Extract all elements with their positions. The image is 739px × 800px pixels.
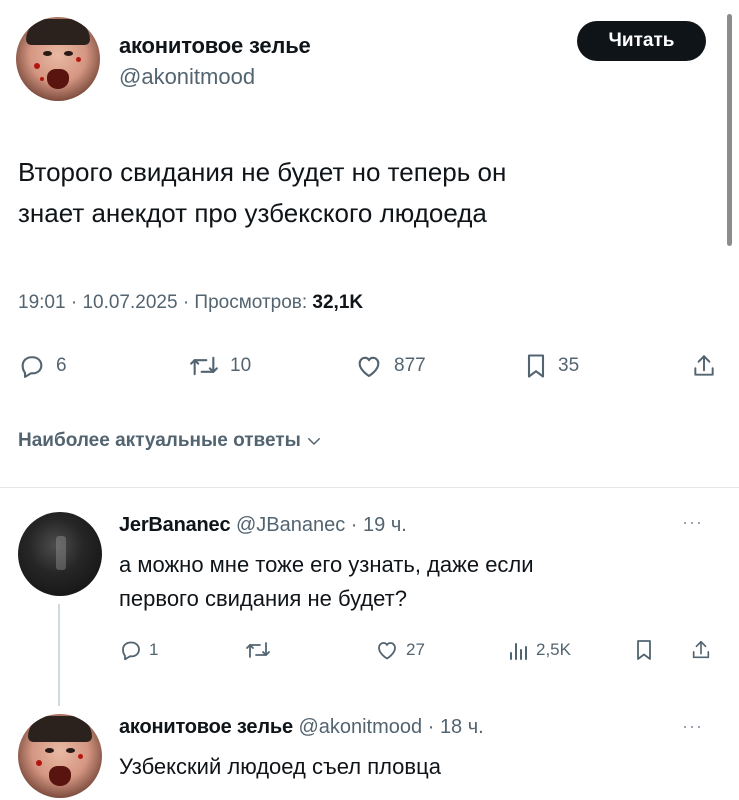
author-handle[interactable]: @akonitmood	[119, 64, 255, 90]
reply-count: 6	[56, 355, 67, 376]
reply-button[interactable]: 6	[18, 352, 67, 380]
repost-icon	[190, 356, 218, 376]
reply-views-button[interactable]: 2,5K	[508, 638, 571, 662]
meta-separator: ·	[70, 292, 78, 313]
post-meta: 19:01 · 10.07.2025 · Просмотров: 32,1K	[18, 292, 363, 314]
thread-line	[58, 604, 60, 706]
reply2-text-line-1: Узбекский людоед съел пловца	[119, 754, 441, 779]
replies-sort-selector[interactable]: Наиболее актуальные ответы	[18, 430, 323, 452]
views-label: Просмотров:	[194, 292, 308, 313]
reply-repost-button[interactable]	[244, 638, 272, 662]
reply2-time[interactable]: 18 ч.	[440, 716, 484, 738]
reply-share-button[interactable]	[690, 638, 712, 662]
replies-sort-label: Наиболее актуальные ответы	[18, 430, 301, 451]
bookmark-count: 35	[558, 355, 580, 376]
reply-reply-button[interactable]: 1	[119, 638, 158, 662]
views-icon	[510, 643, 527, 660]
bookmark-button[interactable]: 35	[524, 352, 579, 380]
post-text-line-1: Второго свидания не будет но теперь он	[18, 157, 507, 187]
reply-text-line-2: первого свидания не будет?	[119, 586, 407, 611]
reply-icon	[21, 356, 43, 378]
chevron-down-icon	[307, 438, 320, 445]
divider	[0, 487, 739, 488]
reply-time[interactable]: 19 ч.	[363, 514, 407, 536]
post-text-line-2: знает анекдот про узбекского людоеда	[18, 198, 487, 228]
reply-like-count: 27	[406, 640, 425, 659]
reply-header: JerBananec @JBananec · 19 ч.	[119, 514, 407, 537]
author-name[interactable]: аконитовое зелье	[119, 33, 311, 59]
more-options-icon[interactable]: ···	[682, 512, 703, 533]
bookmark-icon	[637, 640, 651, 660]
meta-separator: ·	[350, 514, 358, 536]
post-date[interactable]: 10.07.2025	[82, 292, 177, 313]
more-options-icon[interactable]: ···	[682, 716, 703, 737]
reply-views-count: 2,5K	[536, 640, 571, 659]
bookmark-icon	[527, 354, 545, 378]
views-count: 32,1K	[312, 292, 364, 313]
reply2-author-handle[interactable]: @akonitmood	[298, 716, 422, 738]
reply2-header: аконитовое зелье @akonitmood · 18 ч.	[119, 716, 484, 739]
meta-separator: ·	[427, 716, 435, 738]
reply-bookmark-button[interactable]	[634, 638, 654, 662]
reply-author-name[interactable]: JerBananec	[119, 514, 231, 536]
reply-text-line-1: а можно мне тоже его узнать, даже если	[119, 552, 534, 577]
reply-author-handle[interactable]: @JBananec	[236, 514, 345, 536]
share-icon	[692, 640, 710, 659]
reply-icon	[122, 641, 140, 661]
read-button[interactable]: Читать	[577, 21, 706, 61]
repost-count: 10	[230, 355, 252, 376]
reply-like-button[interactable]: 27	[374, 638, 425, 662]
like-button[interactable]: 877	[354, 352, 426, 380]
repost-button[interactable]: 10	[188, 352, 251, 380]
author-avatar[interactable]	[16, 17, 100, 101]
repost-icon	[246, 642, 270, 658]
share-icon	[694, 355, 714, 376]
share-button[interactable]	[691, 352, 717, 380]
heart-icon	[378, 642, 396, 660]
reply2-author-avatar[interactable]	[18, 714, 102, 798]
meta-separator: ·	[182, 292, 190, 313]
post-time[interactable]: 19:01	[18, 292, 66, 313]
reply-author-avatar[interactable]	[18, 512, 102, 596]
scrollbar[interactable]	[727, 14, 732, 246]
heart-icon	[358, 356, 380, 377]
like-count: 877	[394, 355, 426, 376]
reply-reply-count: 1	[149, 640, 159, 659]
reply2-author-name[interactable]: аконитовое зелье	[119, 716, 293, 738]
